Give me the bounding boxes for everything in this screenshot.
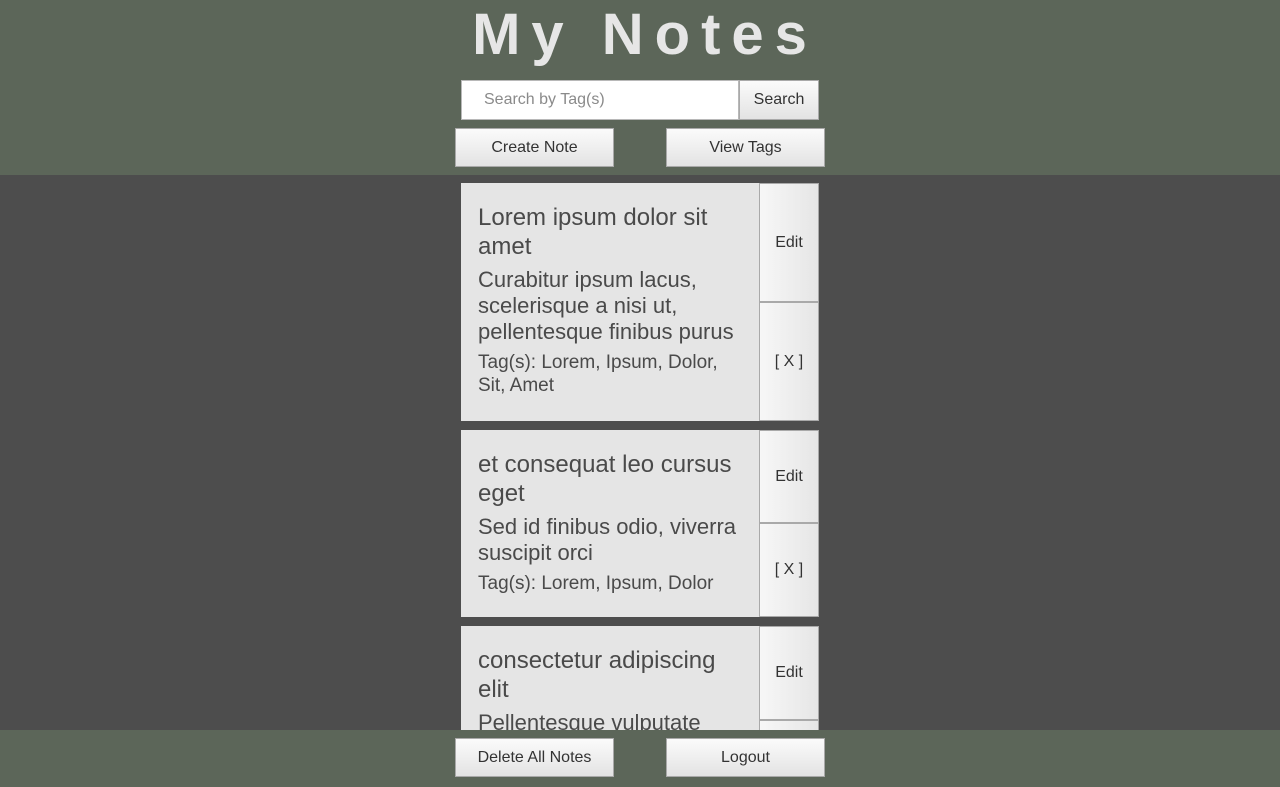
page-title: My Notes: [472, 2, 818, 67]
note-title: Lorem ipsum dolor sit amet: [478, 204, 708, 260]
notes-list[interactable]: Lorem ipsum dolor sit amet Curabitur ips…: [0, 175, 1280, 730]
view-tags-button[interactable]: View Tags: [666, 128, 825, 167]
note-card: consectetur adipiscing elit Pellentesque…: [461, 626, 819, 730]
edit-note-button[interactable]: Edit: [759, 626, 819, 720]
note-card: Lorem ipsum dolor sit amet Curabitur ips…: [461, 183, 819, 421]
note-tags: Tag(s): Lorem, Ipsum, Dolor, Sit, Amet: [478, 352, 718, 396]
note-tags: Tag(s): Lorem, Ipsum, Dolor: [478, 573, 714, 594]
create-note-button[interactable]: Create Note: [455, 128, 614, 167]
delete-note-button[interactable]: [ X ]: [759, 523, 819, 617]
note-body: Sed id finibus odio, viverra suscipit or…: [478, 514, 737, 565]
note-body: Curabitur ipsum lacus, scelerisque a nis…: [478, 267, 734, 344]
note-content: et consequat leo cursus eget Sed id fini…: [461, 430, 759, 595]
delete-all-notes-button[interactable]: Delete All Notes: [455, 738, 614, 777]
logout-button[interactable]: Logout: [666, 738, 825, 777]
note-body: Pellentesque vulputate: [478, 710, 701, 730]
note-title: consectetur adipiscing elit: [478, 647, 716, 703]
delete-note-button[interactable]: [759, 720, 819, 730]
search-button[interactable]: Search: [739, 80, 819, 120]
note-content: consectetur adipiscing elit Pellentesque…: [461, 626, 759, 730]
delete-note-button[interactable]: [ X ]: [759, 302, 819, 421]
note-title: et consequat leo cursus eget: [478, 451, 732, 507]
note-content: Lorem ipsum dolor sit amet Curabitur ips…: [461, 183, 759, 397]
edit-note-button[interactable]: Edit: [759, 183, 819, 302]
header: My Notes Search Create Note View Tags: [0, 0, 1280, 175]
note-card: et consequat leo cursus eget Sed id fini…: [461, 430, 819, 617]
edit-note-button[interactable]: Edit: [759, 430, 819, 523]
footer: Delete All Notes Logout: [0, 730, 1280, 787]
search-input[interactable]: [461, 80, 739, 120]
